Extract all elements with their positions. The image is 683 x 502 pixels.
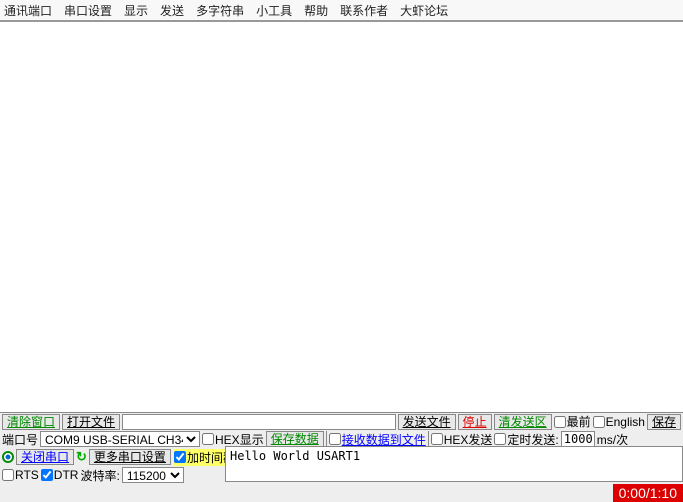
stop-button[interactable]: 停止 bbox=[458, 414, 492, 430]
toolbar-row-5 bbox=[0, 484, 225, 502]
baud-label: 波特率: bbox=[80, 467, 119, 484]
hex-send-check[interactable]: HEX发送 bbox=[431, 431, 493, 448]
menu-multistr[interactable]: 多字符串 bbox=[196, 2, 244, 19]
save-button[interactable]: 保存 bbox=[647, 414, 681, 430]
menu-display[interactable]: 显示 bbox=[124, 2, 148, 19]
english-check[interactable]: English bbox=[593, 415, 645, 429]
refresh-icon[interactable]: ↻ bbox=[76, 449, 87, 465]
period-unit: ms/次 bbox=[597, 431, 628, 448]
timed-send-check[interactable]: 定时发送: bbox=[494, 431, 558, 448]
dtr-check[interactable]: DTR bbox=[41, 468, 79, 482]
menu-bar: 通讯端口 串口设置 显示 发送 多字符串 小工具 帮助 联系作者 大虾论坛 bbox=[0, 0, 683, 22]
video-time-overlay: 0:00/1:10 bbox=[613, 484, 683, 502]
send-textarea[interactable]: Hello World USART1 bbox=[225, 446, 683, 482]
hex-show-check[interactable]: HEX显示 bbox=[202, 431, 264, 448]
menu-comm[interactable]: 通讯端口 bbox=[4, 2, 52, 19]
file-path-box[interactable] bbox=[122, 414, 396, 430]
recv-to-file-check[interactable]: 接收数据到文件 bbox=[329, 431, 426, 448]
menu-forum[interactable]: 大虾论坛 bbox=[400, 2, 448, 19]
menu-send[interactable]: 发送 bbox=[160, 2, 184, 19]
menu-help[interactable]: 帮助 bbox=[304, 2, 328, 19]
topmost-check[interactable]: 最前 bbox=[554, 413, 591, 430]
menu-serial[interactable]: 串口设置 bbox=[64, 2, 112, 19]
period-input[interactable] bbox=[561, 431, 595, 447]
toolbar-row-1: 清除窗口 打开文件 发送文件 停止 清发送区 最前 English 保存 bbox=[0, 412, 683, 430]
clear-window-button[interactable]: 清除窗口 bbox=[2, 414, 60, 430]
menu-contact[interactable]: 联系作者 bbox=[340, 2, 388, 19]
menu-tools[interactable]: 小工具 bbox=[256, 2, 292, 19]
port-label: 端口号 bbox=[2, 431, 38, 448]
port-select[interactable]: COM9 USB-SERIAL CH340 bbox=[40, 431, 200, 447]
receive-area[interactable] bbox=[0, 24, 683, 370]
save-data-button[interactable]: 保存数据 bbox=[266, 431, 324, 447]
send-file-button[interactable]: 发送文件 bbox=[398, 414, 456, 430]
rts-check[interactable]: RTS bbox=[2, 468, 39, 482]
more-settings-button[interactable]: 更多串口设置 bbox=[89, 449, 171, 465]
toolbar-row-4: RTS DTR 波特率: 115200 bbox=[0, 466, 225, 484]
close-port-button[interactable]: 关闭串口 bbox=[16, 449, 74, 465]
baud-select[interactable]: 115200 bbox=[122, 467, 184, 483]
clear-send-button[interactable]: 清发送区 bbox=[494, 414, 552, 430]
open-file-button[interactable]: 打开文件 bbox=[62, 414, 120, 430]
port-status-icon bbox=[2, 451, 14, 463]
bottom-panel: 清除窗口 打开文件 发送文件 停止 清发送区 最前 English 保存 端口号… bbox=[0, 412, 683, 502]
